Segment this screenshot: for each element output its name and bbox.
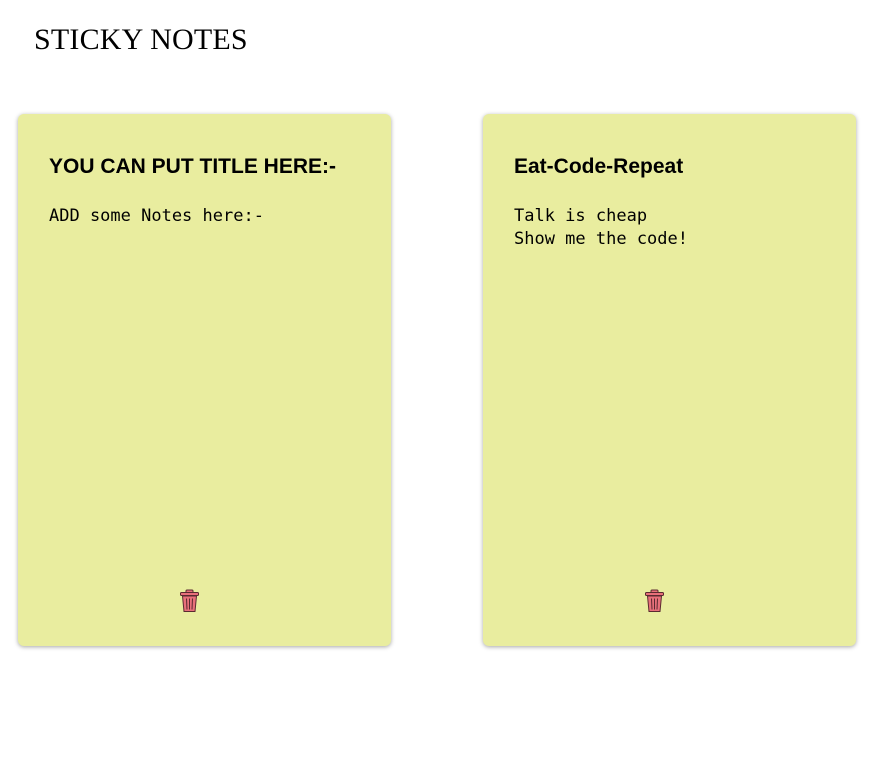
note-body[interactable]: ADD some Notes here:- bbox=[49, 205, 264, 228]
sticky-note[interactable]: Eat-Code-Repeat Talk is cheap Show me th… bbox=[483, 114, 856, 646]
trash-icon bbox=[179, 589, 200, 613]
note-title[interactable]: YOU CAN PUT TITLE HERE:- bbox=[49, 154, 336, 180]
note-title[interactable]: Eat-Code-Repeat bbox=[514, 154, 683, 180]
page-title: STICKY NOTES bbox=[34, 23, 248, 56]
delete-note-button[interactable] bbox=[644, 589, 665, 613]
note-body[interactable]: Talk is cheap Show me the code! bbox=[514, 205, 688, 251]
trash-icon bbox=[644, 589, 665, 613]
sticky-note[interactable]: YOU CAN PUT TITLE HERE:- ADD some Notes … bbox=[18, 114, 391, 646]
delete-note-button[interactable] bbox=[179, 589, 200, 613]
